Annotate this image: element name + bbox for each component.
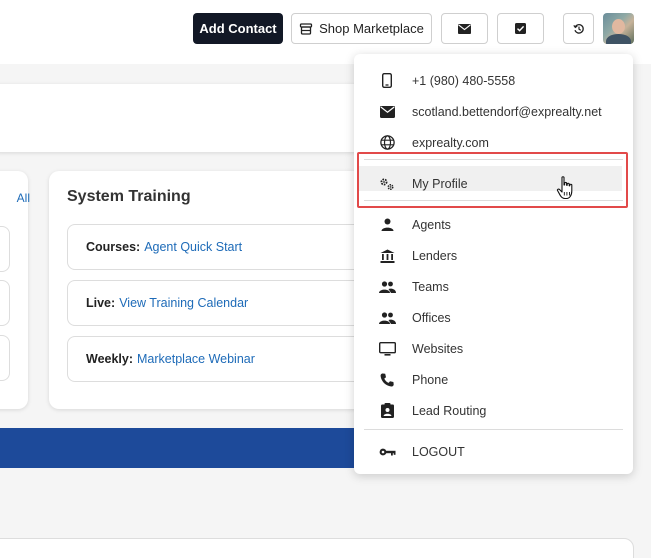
left-card-row [0, 280, 10, 326]
tasks-button[interactable] [497, 13, 544, 44]
offices-label: Offices [412, 310, 451, 325]
menu-item-agents[interactable]: Agents [354, 209, 633, 240]
hand-cursor-icon [556, 176, 573, 200]
lenders-label: Lenders [412, 248, 458, 263]
phone-icon [378, 72, 396, 90]
group-icon [378, 309, 396, 327]
mail-icon [458, 23, 471, 34]
left-card-row [0, 226, 10, 272]
email-icon [378, 103, 396, 121]
check-square-icon [515, 23, 526, 34]
contact-email-label: scotland.bettendorf@exprealty.net [412, 104, 602, 119]
training-row-courses: Courses: Agent Quick Start [67, 224, 387, 270]
history-button[interactable] [563, 13, 594, 44]
menu-item-teams[interactable]: Teams [354, 271, 633, 302]
globe-icon [378, 134, 396, 152]
key-icon [378, 443, 396, 461]
view-training-calendar-link[interactable]: View Training Calendar [119, 296, 248, 310]
add-contact-button[interactable]: Add Contact [193, 13, 283, 44]
logout-label: LOGOUT [412, 444, 465, 459]
history-icon [572, 23, 584, 34]
avatar[interactable] [603, 13, 634, 44]
avatar-shoulders [606, 34, 631, 44]
training-row-label: Courses: [86, 240, 141, 254]
handset-icon [378, 371, 396, 389]
contact-website-label: exprealty.com [412, 135, 489, 150]
avatar-face [612, 19, 625, 34]
bottom-card [0, 538, 634, 558]
group-icon [378, 278, 396, 296]
my-profile-highlight [357, 152, 628, 208]
shop-marketplace-label: Shop Marketplace [319, 21, 424, 36]
menu-item-lenders[interactable]: Lenders [354, 240, 633, 271]
bank-icon [378, 247, 396, 265]
clipboard-user-icon [378, 402, 396, 420]
contact-phone[interactable]: +1 (980) 480-5558 [354, 65, 633, 96]
menu-item-lead-routing[interactable]: Lead Routing [354, 395, 633, 426]
training-row-label: Live: [86, 296, 116, 310]
teams-label: Teams [412, 279, 449, 294]
menu-item-logout[interactable]: LOGOUT [354, 436, 633, 467]
store-icon [299, 22, 313, 35]
agent-quick-start-link[interactable]: Agent Quick Start [144, 240, 242, 254]
system-training-title: System Training [67, 188, 191, 205]
divider [364, 429, 623, 430]
blue-banner [0, 428, 380, 468]
menu-item-websites[interactable]: Websites [354, 333, 633, 364]
system-training-card: System Training Courses: Agent Quick Sta… [49, 171, 387, 409]
messages-button[interactable] [441, 13, 488, 44]
training-row-weekly: Weekly: Marketplace Webinar [67, 336, 387, 382]
menu-item-offices[interactable]: Offices [354, 302, 633, 333]
contact-email[interactable]: scotland.bettendorf@exprealty.net [354, 96, 633, 127]
monitor-icon [378, 340, 396, 358]
training-row-live: Live: View Training Calendar [67, 280, 387, 326]
websites-label: Websites [412, 341, 464, 356]
lead-routing-label: Lead Routing [412, 403, 487, 418]
profile-dropdown: +1 (980) 480-5558 scotland.bettendorf@ex… [354, 54, 633, 474]
menu-item-phone[interactable]: Phone [354, 364, 633, 395]
left-card-row [0, 335, 10, 381]
left-card: All [0, 171, 30, 409]
person-icon [378, 216, 396, 234]
phone-label: Phone [412, 372, 449, 387]
agents-label: Agents [412, 217, 451, 232]
marketplace-webinar-link[interactable]: Marketplace Webinar [137, 352, 255, 366]
training-row-label: Weekly: [86, 352, 134, 366]
contact-phone-label: +1 (980) 480-5558 [412, 73, 516, 88]
shop-marketplace-button[interactable]: Shop Marketplace [291, 13, 432, 44]
view-all-link[interactable]: All [17, 191, 30, 205]
